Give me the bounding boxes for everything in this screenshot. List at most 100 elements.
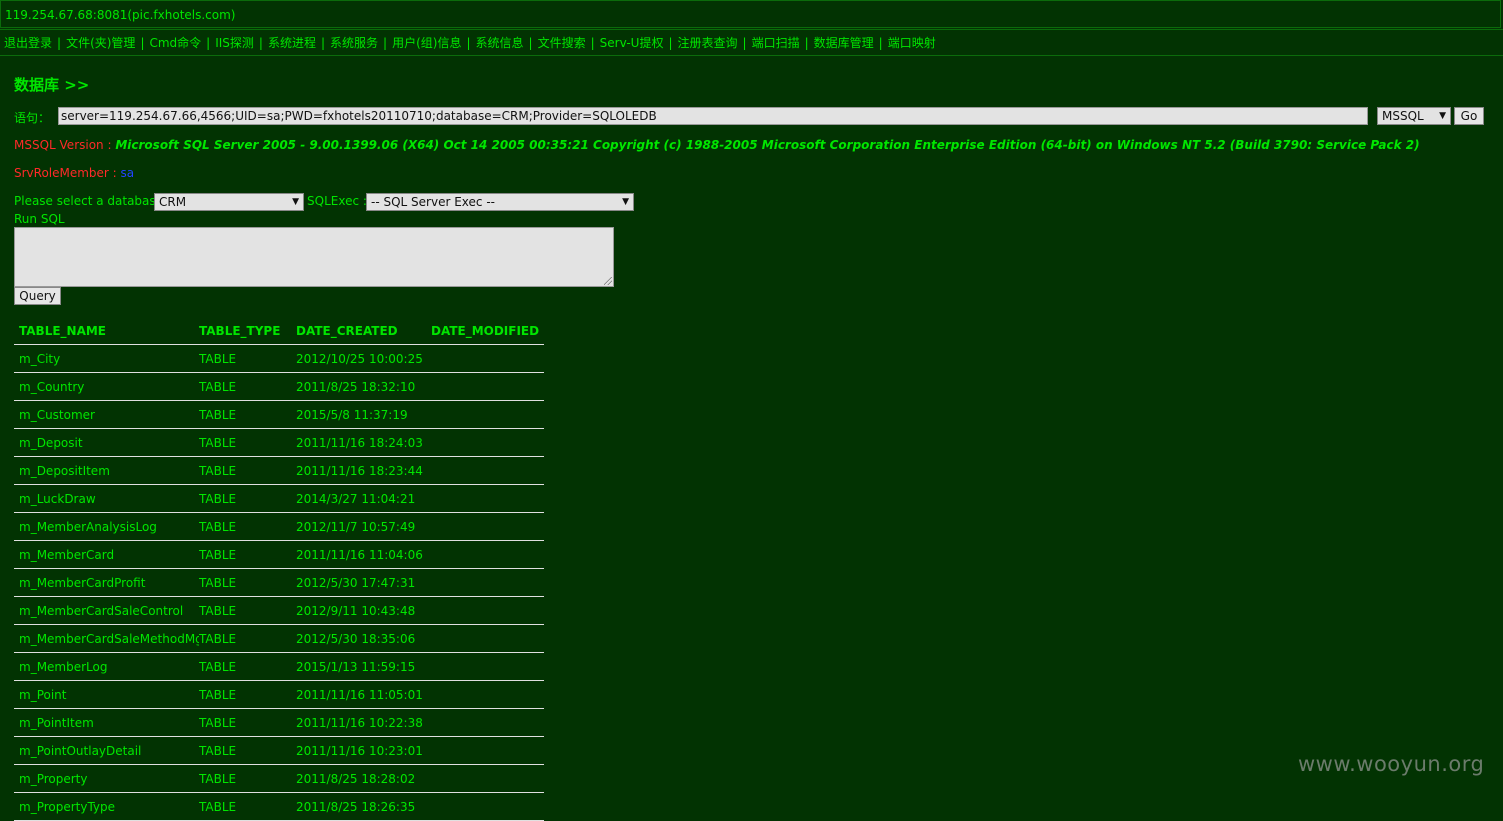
table-cell: 2011/11/16 18:23:44	[296, 463, 423, 478]
database-select-value: CRM	[159, 195, 187, 209]
table-cell: TABLE	[199, 435, 237, 450]
menu-separator: |	[668, 35, 673, 50]
table-cell: m_MemberAnalysisLog	[19, 519, 157, 534]
table-cell: m_MemberCard	[19, 547, 115, 562]
table-cell: 2015/5/8 11:37:19	[296, 407, 408, 422]
version-value: Microsoft SQL Server 2005 - 9.00.1399.06…	[115, 138, 1420, 152]
table-row: m_Country TABLE 2011/8/25 18:32:10	[14, 373, 544, 401]
table-cell: 2011/11/16 10:22:38	[296, 715, 423, 730]
table-cell: 2015/1/13 11:59:15	[296, 659, 416, 674]
table-row: m_MemberCardProfit TABLE 2012/5/30 17:47:3…	[14, 569, 544, 597]
menu-item[interactable]: 注册表查询	[678, 34, 738, 51]
table-cell: m_MemberCardSaleControl	[19, 603, 184, 618]
table-row: m_MemberCardSaleMethodMgt TABLE 2012/5/30 …	[14, 625, 544, 653]
sqlexec-label: SQLExec :	[307, 194, 367, 208]
menu-item[interactable]: 系统进程	[268, 34, 316, 51]
menu-separator: |	[206, 35, 211, 50]
table-cell: TABLE	[199, 547, 237, 562]
menu-separator: |	[742, 35, 747, 50]
resize-grip-icon[interactable]	[604, 277, 612, 285]
table-cell: 2011/8/25 18:32:10	[296, 379, 416, 394]
table-cell: TABLE	[199, 491, 237, 506]
query-button[interactable]: Query	[14, 287, 61, 305]
table-row: m_PointOutlayDetail TABLE 2011/11/16 10:23…	[14, 737, 544, 765]
go-button[interactable]: Go	[1454, 107, 1484, 125]
db-type-select[interactable]: MSSQL ▼	[1377, 107, 1451, 125]
table-cell: m_LuckDraw	[19, 491, 96, 506]
table-cell: m_Point	[19, 687, 67, 702]
table-row: m_Deposit TABLE 2011/11/16 18:24:03	[14, 429, 544, 457]
version-label: MSSQL Version :	[14, 138, 116, 152]
table-cell: 2011/8/25 18:28:02	[296, 771, 416, 786]
menu-item[interactable]: 端口映射	[888, 34, 936, 51]
table-cell: TABLE	[199, 687, 237, 702]
role-value: sa	[120, 166, 135, 180]
statement-label: 语句：	[14, 111, 51, 125]
connection-row: 语句： server=119.254.67.66,4566;UID=sa;PWD…	[14, 107, 1494, 127]
menu-item[interactable]: 文件(夹)管理	[66, 34, 135, 51]
table-cell: m_MemberLog	[19, 659, 108, 674]
menu-separator: |	[383, 35, 388, 50]
sql-textarea[interactable]	[14, 227, 614, 287]
table-cell: 2012/9/11 10:43:48	[296, 603, 416, 618]
table-cell: 2012/11/7 10:57:49	[296, 519, 416, 534]
table-cell: m_PointOutlayDetail	[19, 743, 142, 758]
sqlexec-value: -- SQL Server Exec --	[371, 195, 495, 209]
connection-string-input[interactable]: server=119.254.67.66,4566;UID=sa;PWD=fxh…	[58, 107, 1368, 125]
table-row: m_MemberCard TABLE 2011/11/16 11:04:06	[14, 541, 544, 569]
database-select[interactable]: CRM ▼	[154, 193, 304, 211]
menu-item[interactable]: 系统信息	[476, 34, 524, 51]
table-cell: 2011/8/25 18:26:35	[296, 799, 416, 814]
column-header: TABLE_TYPE	[199, 324, 281, 338]
table-cell: 2011/11/16 11:04:06	[296, 547, 423, 562]
table-row: m_Point TABLE 2011/11/16 11:05:01	[14, 681, 544, 709]
table-cell: TABLE	[199, 631, 237, 646]
table-cell: 2012/5/30 18:35:06	[296, 631, 416, 646]
table-row: m_MemberLog TABLE 2015/1/13 11:59:15	[14, 653, 544, 681]
menu-item[interactable]: 系统服务	[330, 34, 378, 51]
table-cell: TABLE	[199, 715, 237, 730]
table-row: m_LuckDraw TABLE 2014/3/27 11:04:21	[14, 485, 544, 513]
menu-separator: |	[258, 35, 263, 50]
result-table: TABLE_NAME TABLE_TYPE DATE_CREATED DATE_…	[14, 318, 544, 821]
host-address: 119.254.67.68:8081(pic.fxhotels.com)	[5, 8, 236, 22]
table-cell: TABLE	[199, 575, 237, 590]
table-row: m_PointItem TABLE 2011/11/16 10:22:38	[14, 709, 544, 737]
table-cell: TABLE	[199, 799, 237, 814]
database-select-row: Please select a database : CRM ▼ SQLExec…	[14, 193, 654, 211]
table-cell: TABLE	[199, 519, 237, 534]
menu-separator: |	[590, 35, 595, 50]
watermark: www.wooyun.org	[1298, 752, 1485, 776]
database-select-label: Please select a database :	[14, 194, 171, 208]
sqlexec-select[interactable]: -- SQL Server Exec -- ▼	[366, 193, 634, 211]
menu-item[interactable]: 数据库管理	[814, 34, 874, 51]
table-header-row: TABLE_NAME TABLE_TYPE DATE_CREATED DATE_…	[14, 318, 544, 345]
menu-item[interactable]: 文件搜索	[538, 34, 586, 51]
menu-item[interactable]: IIS探测	[215, 34, 254, 51]
menu-item[interactable]: 用户(组)信息	[392, 34, 461, 51]
table-cell: m_PropertyType	[19, 799, 116, 814]
column-header: TABLE_NAME	[19, 324, 106, 338]
table-cell: TABLE	[199, 659, 237, 674]
table-cell: 2011/11/16 18:24:03	[296, 435, 423, 450]
table-cell: 2012/10/25 10:00:25	[296, 351, 423, 366]
chevron-down-icon: ▼	[1439, 111, 1446, 121]
table-cell: m_Customer	[19, 407, 95, 422]
table-cell: TABLE	[199, 407, 237, 422]
column-header: DATE_MODIFIED	[431, 324, 540, 338]
run-sql-label: Run SQL	[14, 212, 65, 226]
table-row: m_Customer TABLE 2015/5/8 11:37:19	[14, 401, 544, 429]
menu-item[interactable]: 退出登录	[4, 34, 52, 51]
table-row: m_City TABLE 2012/10/25 10:00:25	[14, 345, 544, 373]
menu-separator: |	[528, 35, 533, 50]
chevron-down-icon: ▼	[622, 197, 629, 207]
menu-item[interactable]: 端口扫描	[752, 34, 800, 51]
table-cell: m_DepositItem	[19, 463, 110, 478]
table-cell: m_Deposit	[19, 435, 83, 450]
menu-item[interactable]: Cmd命令	[149, 34, 201, 51]
table-cell: m_MemberCardProfit	[19, 575, 146, 590]
menu-item[interactable]: Serv-U提权	[600, 34, 664, 51]
menu-separator: |	[140, 35, 145, 50]
table-cell: TABLE	[199, 771, 237, 786]
table-cell: 2014/3/27 11:04:21	[296, 491, 416, 506]
